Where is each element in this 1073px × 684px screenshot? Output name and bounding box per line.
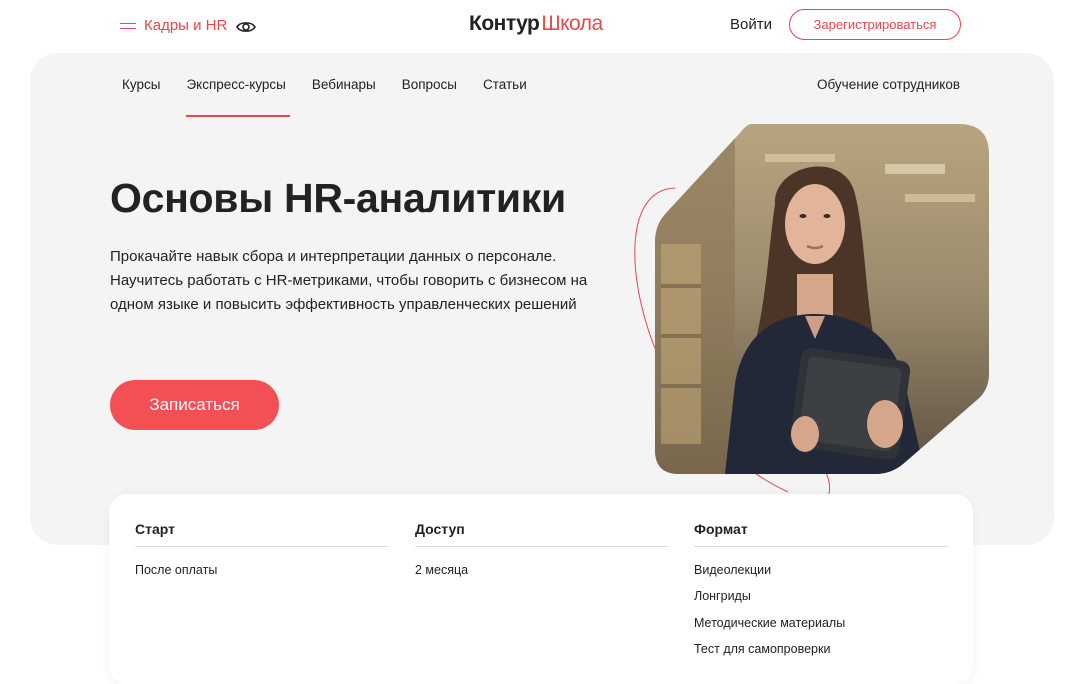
info-item: После оплаты [135, 563, 218, 577]
divider [415, 546, 669, 547]
divider [135, 546, 389, 547]
info-column-title: Старт [135, 521, 175, 537]
logo-part-school: Школа [541, 12, 603, 35]
register-button[interactable]: Зарегистрироваться [789, 9, 961, 40]
info-column-list: 2 месяца [415, 562, 468, 588]
course-description: Прокачайте навык сбора и интерпретации д… [110, 248, 588, 313]
nav-tab-courses[interactable]: Курсы [122, 77, 160, 117]
hamburger-icon [120, 21, 136, 31]
info-item: Видеолекции [694, 563, 772, 577]
page-title: Основы HR-аналитики [110, 175, 566, 221]
info-column-title: Доступ [415, 521, 465, 537]
login-link[interactable]: Войти [730, 16, 772, 33]
hero-photo [655, 124, 989, 474]
divider [694, 546, 948, 547]
enroll-button[interactable]: Записаться [110, 380, 279, 430]
nav-tab-questions[interactable]: Вопросы [402, 77, 457, 117]
nav-tab-express-courses[interactable]: Экспресс-курсы [186, 77, 291, 117]
info-column-title: Формат [694, 521, 748, 537]
nav-tab-articles[interactable]: Статьи [483, 77, 527, 117]
course-type-nav: Курсы Экспресс-курсы Вебинары Вопросы Ст… [122, 77, 527, 117]
nav-tab-webinars[interactable]: Вебинары [312, 77, 376, 117]
section-menu-button[interactable]: Кадры и HR [120, 17, 227, 34]
kontur-school-logo[interactable]: Контур Школа [469, 12, 603, 36]
info-column-list: Видеолекции Лонгриды Методические матери… [694, 562, 845, 667]
logo-part-kontur: Контур [469, 12, 540, 35]
info-item: 2 месяца [415, 563, 469, 577]
top-header: Кадры и HR Контур Школа Войти Зарегистри… [0, 0, 1073, 54]
course-info-card: Старт После оплаты Доступ 2 месяца Форма… [109, 494, 973, 684]
info-item: Лонгриды [694, 589, 751, 604]
eye-icon[interactable] [236, 19, 256, 35]
info-column-list: После оплаты [135, 562, 217, 588]
section-menu-label: Кадры и HR [144, 17, 228, 34]
nav-employee-training-link[interactable]: Обучение сотрудников [817, 77, 960, 92]
info-item: Методические материалы [694, 615, 846, 630]
info-item: Тест для самопроверки [694, 641, 831, 656]
